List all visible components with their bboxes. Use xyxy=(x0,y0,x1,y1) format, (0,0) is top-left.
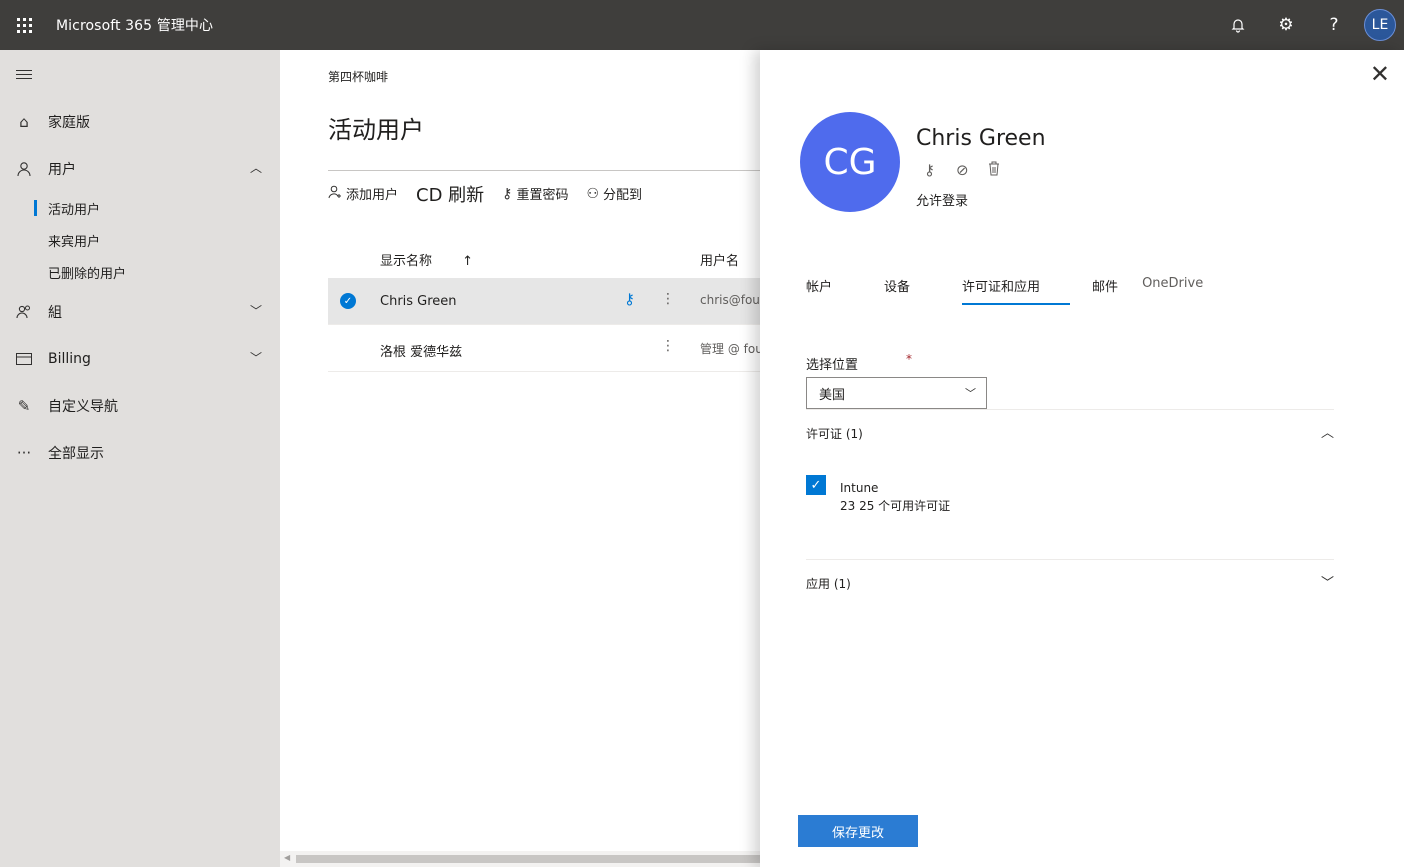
reset-password-label: 重置密码 xyxy=(516,188,569,203)
nav-item-guest-users[interactable]: 来宾用户 xyxy=(0,224,280,256)
tab-licenses-and-apps[interactable]: 许可证和应用 xyxy=(962,276,1071,305)
organization-name: 第四杯咖啡 xyxy=(328,70,389,84)
row-checkmark-icon[interactable]: ✓ xyxy=(340,293,356,309)
table-row[interactable]: ✓ Chris Green ⚷ ⋮ chris@fou xyxy=(328,278,760,325)
credit-card-icon xyxy=(0,352,48,365)
nav-item-customize-label: 自定义导航 xyxy=(48,398,118,415)
more-options-icon[interactable]: ⋮ xyxy=(661,338,675,354)
horizontal-scrollbar[interactable]: ◀ xyxy=(280,851,760,867)
key-icon: ⚷ xyxy=(502,185,513,202)
nav-item-groups[interactable]: 組 ﹀ xyxy=(0,288,280,335)
divider xyxy=(806,409,1334,410)
left-navigation: ⌂ 家庭版 用户 ︿ 活动用户 来宾用户 已删除的用户 組 ﹀ Billing … xyxy=(0,50,280,867)
collapse-nav-button[interactable] xyxy=(0,50,280,98)
nav-item-deleted-users[interactable]: 已删除的用户 xyxy=(0,256,280,288)
delete-trash-icon[interactable] xyxy=(988,161,1020,180)
key-icon[interactable]: ⚷ xyxy=(624,290,635,308)
app-title[interactable]: Microsoft 365 管理中心 xyxy=(56,15,213,35)
help-icon[interactable]: ? xyxy=(1310,0,1358,50)
top-bar: Microsoft 365 管理中心 ⚙ ? LE xyxy=(0,0,1404,50)
user-avatar: CG xyxy=(800,112,900,212)
user-display-name[interactable]: Chris Green xyxy=(380,294,457,309)
user-details-panel: ✕ CG Chris Green ⚷ ⊘ 允许登录 帐户 设备 许可证和应用 邮… xyxy=(760,50,1404,867)
pencil-icon: ✎ xyxy=(17,396,31,415)
column-header-display-name[interactable]: 显示名称 ↑ xyxy=(380,250,473,269)
nav-item-billing[interactable]: Billing ﹀ xyxy=(0,335,280,382)
chevron-down-icon[interactable]: ﹀ xyxy=(1321,572,1334,591)
nav-item-groups-label: 組 xyxy=(48,304,62,321)
sort-ascending-icon: ↑ xyxy=(462,254,474,269)
hamburger-icon xyxy=(16,67,32,82)
command-bar: 添加用户 CD 刷新 ⚷ 重置密码 ⚇ 分配到 xyxy=(328,170,760,216)
user-username: 管理 @ fou xyxy=(700,342,763,356)
license-availability: 23 25 个可用许可证 xyxy=(840,499,951,513)
chevron-down-icon[interactable]: ﹀ xyxy=(250,349,262,366)
nav-item-show-all[interactable]: ··· 全部显示 xyxy=(0,429,280,476)
add-user-button[interactable]: 添加用户 xyxy=(328,184,398,203)
add-user-label: 添加用户 xyxy=(346,188,399,203)
nav-item-customize-navigation[interactable]: ✎ 自定义导航 xyxy=(0,382,280,429)
table-row[interactable]: 洛根 爱德华兹 ⋮ 管理 @ fou xyxy=(328,325,763,372)
user-display-name[interactable]: 洛根 爱德华兹 xyxy=(380,341,462,360)
divider xyxy=(806,559,1334,560)
more-options-icon[interactable]: ⋮ xyxy=(661,291,675,307)
close-icon[interactable]: ✕ xyxy=(1370,60,1390,88)
nav-item-users[interactable]: 用户 ︿ xyxy=(0,145,280,192)
panel-tabs: 帐户 设备 许可证和应用 邮件 OneDrive xyxy=(806,276,1255,305)
assign-label: 分配到 xyxy=(603,188,643,203)
page-title: 活动用户 xyxy=(328,116,424,144)
licenses-section-header[interactable]: 许可证 (1) xyxy=(806,425,863,442)
apps-section-header[interactable]: 应用 (1) xyxy=(806,575,851,592)
reset-password-button[interactable]: ⚷ 重置密码 xyxy=(502,184,569,204)
reset-password-key-icon[interactable]: ⚷ xyxy=(924,161,956,180)
block-sign-in-icon[interactable]: ⊘ xyxy=(956,161,988,180)
nav-item-users-label: 用户 xyxy=(48,161,76,178)
user-name-heading: Chris Green xyxy=(916,126,1046,151)
chevron-down-icon: ﹀ xyxy=(965,387,976,400)
user-action-icons: ⚷ ⊘ xyxy=(924,161,1020,180)
license-name: Intune xyxy=(840,481,879,495)
chevron-down-icon[interactable]: ﹀ xyxy=(250,302,262,319)
nav-item-show-all-label: 全部显示 xyxy=(48,445,104,462)
location-selected-value: 美国 xyxy=(819,387,846,403)
chevron-up-icon[interactable]: ︿ xyxy=(1321,422,1334,441)
assign-button[interactable]: ⚇ 分配到 xyxy=(586,184,643,204)
app-launcher-icon[interactable] xyxy=(0,0,48,50)
account-avatar[interactable]: LE xyxy=(1364,9,1396,41)
active-users-page: 第四杯咖啡 活动用户 添加用户 CD 刷新 ⚷ 重置密码 ⚇ 分配到 显示名称 … xyxy=(280,50,763,867)
display-name-header-label: 显示名称 xyxy=(380,254,433,269)
group-icon xyxy=(0,304,48,320)
scroll-left-icon[interactable]: ◀ xyxy=(284,853,290,862)
sign-in-status: 允许登录 xyxy=(916,194,969,209)
ellipsis-icon: ··· xyxy=(16,443,32,462)
person-icon xyxy=(0,161,48,177)
scrollbar-thumb[interactable] xyxy=(296,855,760,863)
tab-account[interactable]: 帐户 xyxy=(806,276,832,305)
tab-onedrive[interactable]: OneDrive xyxy=(1142,276,1203,305)
nav-item-home-label: 家庭版 xyxy=(48,114,90,131)
chevron-up-icon[interactable]: ︿ xyxy=(250,159,262,176)
user-username: chris@fou xyxy=(700,293,760,307)
tab-devices[interactable]: 设备 xyxy=(884,276,910,305)
refresh-button[interactable]: CD 刷新 xyxy=(416,181,484,207)
settings-gear-icon[interactable]: ⚙ xyxy=(1262,0,1310,50)
location-label: 选择位置 xyxy=(806,358,859,373)
home-icon: ⌂ xyxy=(19,112,29,131)
save-changes-button[interactable]: 保存更改 xyxy=(798,815,918,847)
license-checkbox[interactable]: ✓ xyxy=(806,475,826,495)
nav-item-home[interactable]: ⌂ 家庭版 xyxy=(0,98,280,145)
nav-item-billing-label: Billing xyxy=(48,350,91,367)
column-header-username[interactable]: 用户名 xyxy=(700,250,739,269)
add-person-icon xyxy=(328,185,342,203)
required-asterisk: * xyxy=(906,352,912,366)
tab-mail[interactable]: 邮件 xyxy=(1092,276,1118,305)
nav-item-active-users[interactable]: 活动用户 xyxy=(0,192,280,224)
notification-bell-icon[interactable] xyxy=(1214,0,1262,50)
location-dropdown[interactable]: 美国 ﹀ xyxy=(806,377,987,409)
group-add-icon: ⚇ xyxy=(586,185,600,202)
